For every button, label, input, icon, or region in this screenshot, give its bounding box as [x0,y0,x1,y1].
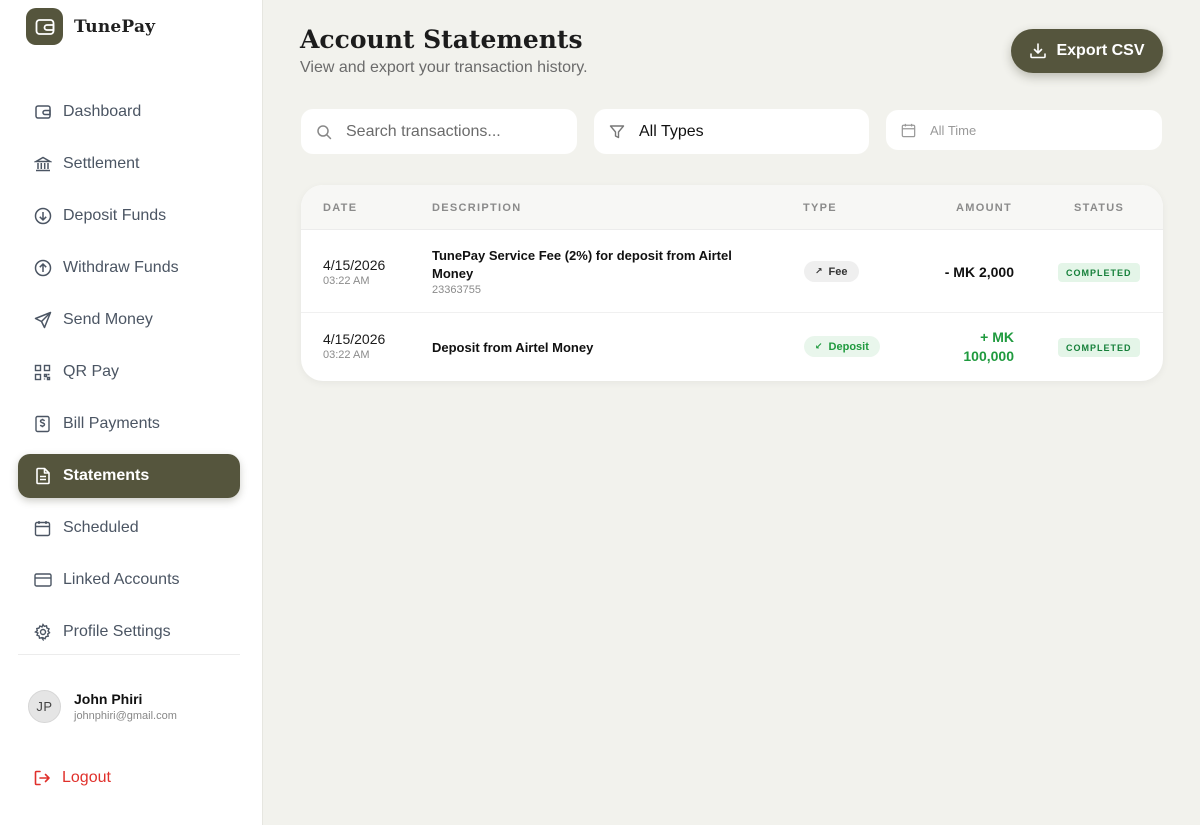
sidebar-item-label: Statements [63,467,150,484]
arrow-up-right-icon: ↗ [815,266,823,276]
transactions-table: DATE DESCRIPTION TYPE AMOUNT STATUS 4/15… [301,185,1163,381]
type-badge: ↙ Deposit [804,336,880,357]
wallet-icon [33,103,52,122]
table-header: DATE DESCRIPTION TYPE AMOUNT STATUS [301,185,1163,230]
sidebar-item-profile-settings[interactable]: Profile Settings [18,610,240,654]
column-header-status[interactable]: STATUS [1074,202,1124,214]
document-icon [33,467,52,486]
date-filter-select[interactable]: All Time [886,110,1162,150]
export-csv-label: Export CSV [1056,42,1145,59]
avatar: JP [28,690,61,723]
sidebar-item-label: Dashboard [63,103,142,120]
row-amount: - MK 2,000 [944,264,1014,280]
sidebar-item-statements[interactable]: Statements [18,454,240,498]
sidebar-item-label: QR Pay [63,363,120,380]
row-date: 4/15/2026 [323,257,386,273]
user-name: John Phiri [74,691,143,707]
search-input[interactable] [346,122,556,141]
sidebar-item-qr-pay[interactable]: QR Pay [18,350,240,394]
sidebar-item-withdraw-funds[interactable]: Withdraw Funds [18,246,240,290]
sidebar: TunePay Dashboard Settlement Deposit Fun… [0,0,263,825]
sidebar-item-dashboard[interactable]: Dashboard [18,90,240,134]
send-icon [33,311,52,330]
arrow-down-circle-icon [33,207,52,226]
sidebar-item-settlement[interactable]: Settlement [18,142,240,186]
brand-name: TunePay [74,16,156,37]
sidebar-item-label: Bill Payments [63,415,160,432]
status-badge: COMPLETED [1058,338,1140,357]
credit-card-icon [33,571,52,590]
row-date: 4/15/2026 [323,331,386,347]
sidebar-item-label: Profile Settings [63,623,171,640]
sidebar-item-label: Deposit Funds [63,207,167,224]
page-subtitle: View and export your transaction history… [300,59,588,76]
type-filter-value: All Types [639,122,704,140]
column-header-type[interactable]: TYPE [803,202,837,214]
page-title: Account Statements [300,25,583,54]
export-csv-button[interactable]: Export CSV [1011,29,1163,73]
type-label: Deposit [828,340,869,353]
logout-label: Logout [62,769,111,786]
row-time: 03:22 AM [323,349,370,361]
sidebar-nav: Dashboard Settlement Deposit Funds Withd… [18,90,240,662]
gear-icon [33,623,52,642]
user-profile[interactable]: JP John Phiri johnphiri@gmail.com [28,690,177,723]
search-icon [316,124,332,140]
row-reference: 23363755 [432,284,481,296]
arrow-down-left-icon: ↙ [815,341,823,351]
row-date-cell: 4/15/2026 03:22 AM [323,257,385,287]
status-badge: COMPLETED [1058,263,1140,282]
sidebar-item-bill-payments[interactable]: Bill Payments [18,402,240,446]
bank-icon [33,155,52,174]
date-filter-value: All Time [930,122,977,138]
user-email: johnphiri@gmail.com [74,710,177,722]
row-time: 03:22 AM [323,275,370,287]
sidebar-item-label: Send Money [63,311,153,328]
calendar-icon [901,123,916,138]
receipt-dollar-icon [33,415,52,434]
sidebar-item-label: Scheduled [63,519,139,536]
row-description-cell: Deposit from Airtel Money [432,339,762,357]
type-label: Fee [828,265,848,278]
calendar-icon [33,519,52,538]
sidebar-divider [18,654,240,655]
row-amount: + MK 100,000 [963,329,1014,364]
column-header-amount[interactable]: AMOUNT [956,202,1012,214]
type-filter-select[interactable]: All Types [594,109,869,154]
row-description-cell: TunePay Service Fee (2%) for deposit fro… [432,247,762,297]
search-box [301,109,577,154]
sidebar-item-label: Linked Accounts [63,571,180,588]
row-date-cell: 4/15/2026 03:22 AM [323,331,385,361]
type-badge: ↗ Fee [804,261,859,282]
table-row[interactable]: 4/15/2026 03:22 AM TunePay Service Fee (… [301,230,1163,313]
download-icon [1029,42,1047,60]
sidebar-item-send-money[interactable]: Send Money [18,298,240,342]
column-header-date[interactable]: DATE [323,202,357,214]
row-description: TunePay Service Fee (2%) for deposit fro… [432,248,732,281]
filter-icon [609,124,625,140]
row-description: Deposit from Airtel Money [432,340,594,355]
wallet-logo-icon [26,8,63,45]
sidebar-item-deposit-funds[interactable]: Deposit Funds [18,194,240,238]
qr-code-icon [33,363,52,382]
sidebar-item-label: Withdraw Funds [63,259,179,276]
sidebar-item-label: Settlement [63,155,140,172]
arrow-up-circle-icon [33,259,52,278]
brand[interactable]: TunePay [26,8,155,45]
sidebar-item-linked-accounts[interactable]: Linked Accounts [18,558,240,602]
column-header-description[interactable]: DESCRIPTION [432,202,521,214]
logout-icon [33,769,51,787]
sidebar-item-scheduled[interactable]: Scheduled [18,506,240,550]
table-row[interactable]: 4/15/2026 03:22 AM Deposit from Airtel M… [301,313,1163,380]
logout-button[interactable]: Logout [33,769,111,787]
